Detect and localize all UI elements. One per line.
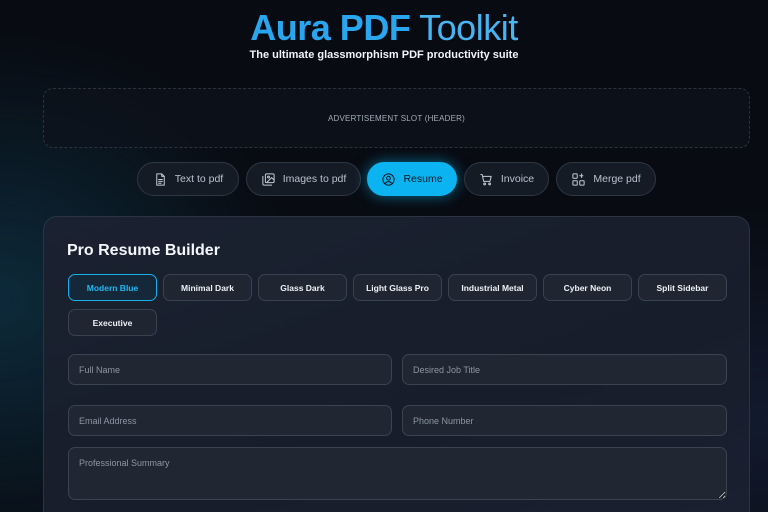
theme-light-glass-pro-button[interactable]: Light Glass Pro bbox=[353, 274, 442, 301]
theme-minimal-dark-button[interactable]: Minimal Dark bbox=[163, 274, 252, 301]
tab-merge-pdf[interactable]: Merge pdf bbox=[556, 162, 656, 196]
tab-resume[interactable]: Resume bbox=[367, 162, 457, 196]
tab-label: Text to pdf bbox=[174, 173, 224, 185]
theme-executive-button[interactable]: Executive bbox=[68, 309, 157, 336]
app-title-suffix: Toolkit bbox=[410, 7, 518, 48]
tool-tabs: Text to pdf Images to pdf Resume Invoice… bbox=[0, 162, 768, 196]
merge-icon bbox=[572, 172, 585, 186]
email-input[interactable] bbox=[68, 405, 392, 436]
theme-cyber-neon-button[interactable]: Cyber Neon bbox=[543, 274, 632, 301]
app-title-brand: Aura PDF bbox=[250, 7, 411, 48]
tab-invoice[interactable]: Invoice bbox=[464, 162, 549, 196]
tab-text-to-pdf[interactable]: Text to pdf bbox=[137, 162, 239, 196]
advertisement-slot: ADVERTISEMENT SLOT (HEADER) bbox=[43, 88, 750, 148]
tab-label: Images to pdf bbox=[282, 173, 347, 185]
tab-label: Resume bbox=[403, 173, 443, 185]
app-title: Aura PDF Toolkit bbox=[0, 8, 768, 48]
summary-textarea[interactable] bbox=[68, 447, 727, 500]
user-circle-icon bbox=[382, 172, 396, 186]
resume-builder-card: Pro Resume Builder Modern Blue Minimal D… bbox=[43, 216, 750, 512]
cart-icon bbox=[480, 173, 492, 185]
phone-input[interactable] bbox=[402, 405, 727, 436]
images-icon bbox=[262, 172, 275, 186]
app-subtitle: The ultimate glassmorphism PDF productiv… bbox=[249, 49, 519, 61]
tab-label: Invoice bbox=[500, 173, 535, 185]
theme-glass-dark-button[interactable]: Glass Dark bbox=[258, 274, 347, 301]
full-name-input[interactable] bbox=[68, 354, 392, 385]
theme-modern-blue-button[interactable]: Modern Blue bbox=[68, 274, 157, 301]
job-title-input[interactable] bbox=[402, 354, 727, 385]
theme-industrial-metal-button[interactable]: Industrial Metal bbox=[448, 274, 537, 301]
theme-split-sidebar-button[interactable]: Split Sidebar bbox=[638, 274, 727, 301]
tab-label: Merge pdf bbox=[593, 173, 641, 185]
tab-images-to-pdf[interactable]: Images to pdf bbox=[246, 162, 361, 196]
advertisement-label: ADVERTISEMENT SLOT (HEADER) bbox=[328, 113, 465, 123]
card-title: Pro Resume Builder bbox=[67, 242, 220, 259]
document-icon bbox=[156, 172, 165, 186]
